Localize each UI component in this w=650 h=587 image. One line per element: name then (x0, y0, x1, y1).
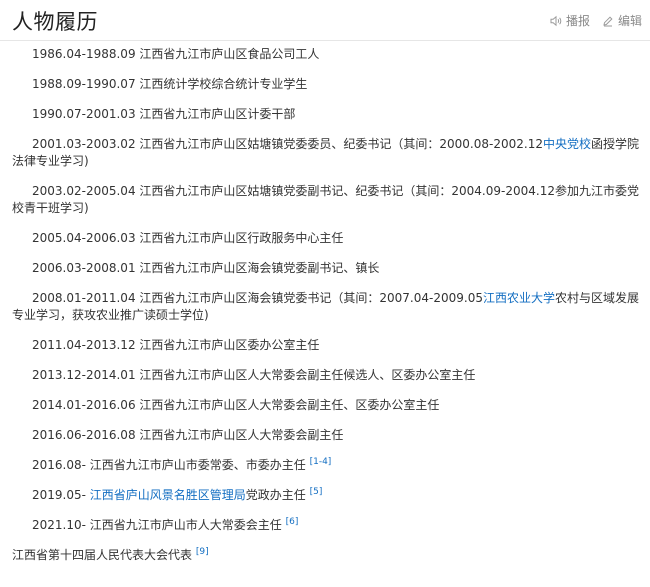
entry-text: 1986.04-1988.09 江西省九江市庐山区食品公司工人 (32, 47, 320, 61)
citation-ref[interactable]: [1-4] (310, 457, 332, 467)
career-list: 1986.04-1988.09 江西省九江市庐山区食品公司工人 1988.09-1… (0, 42, 640, 564)
career-entry: 2008.01-2011.04 江西省九江市庐山区海会镇党委书记（其间：2007… (0, 290, 640, 324)
career-entry: 2016.06-2016.08 江西省九江市庐山区人大常委会副主任 (0, 427, 640, 444)
entry-text: 1990.07-2001.03 江西省九江市庐山区计委干部 (32, 107, 296, 121)
career-entry: 2003.02-2005.04 江西省九江市庐山区姑塘镇党委副书记、纪委书记（其… (0, 183, 640, 217)
entry-text: 党政办主任 (245, 488, 310, 502)
broadcast-label: 播报 (565, 14, 590, 28)
section-header: 人物履历 播报 编辑 (0, 0, 650, 41)
entry-text: 江西省第十四届人民代表大会代表 (12, 548, 196, 562)
entry-link[interactable]: 中央党校 (543, 137, 591, 151)
career-entry: 2021.10- 江西省九江市庐山市人大常委会主任 [6] (0, 517, 640, 534)
citation-ref[interactable]: [6] (286, 517, 299, 527)
edit-button[interactable]: 编辑 (602, 12, 642, 29)
career-entry: 2016.08- 江西省九江市庐山市委常委、市委办主任 [1-4] (0, 457, 640, 474)
entry-text: 2006.03-2008.01 江西省九江市庐山区海会镇党委副书记、镇长 (32, 261, 380, 275)
entry-text: 1988.09-1990.07 江西统计学校综合统计专业学生 (32, 77, 308, 91)
section-title: 人物履历 (12, 10, 98, 34)
career-entry: 1988.09-1990.07 江西统计学校综合统计专业学生 (0, 76, 640, 93)
entry-text: 2016.06-2016.08 江西省九江市庐山区人大常委会副主任 (32, 428, 344, 442)
career-entry: 2006.03-2008.01 江西省九江市庐山区海会镇党委副书记、镇长 (0, 260, 640, 277)
speaker-icon (550, 15, 562, 26)
career-entry: 2019.05- 江西省庐山风景名胜区管理局党政办主任 [5] (0, 487, 640, 504)
career-entry: 2013.12-2014.01 江西省九江市庐山区人大常委会副主任候选人、区委办… (0, 367, 640, 384)
career-entry: 1986.04-1988.09 江西省九江市庐山区食品公司工人 (0, 46, 640, 63)
header-actions: 播报 编辑 (538, 12, 642, 29)
entry-text: 2013.12-2014.01 江西省九江市庐山区人大常委会副主任候选人、区委办… (32, 368, 476, 382)
career-entry: 1990.07-2001.03 江西省九江市庐山区计委干部 (0, 106, 640, 123)
entry-text: 2001.03-2003.02 江西省九江市庐山区姑塘镇党委委员、纪委书记（其间… (32, 137, 543, 151)
career-entry: 江西省第十四届人民代表大会代表 [9] (0, 547, 640, 564)
entry-text: 2008.01-2011.04 江西省九江市庐山区海会镇党委书记（其间：2007… (32, 291, 483, 305)
entry-text: 2003.02-2005.04 江西省九江市庐山区姑塘镇党委副书记、纪委书记（其… (12, 184, 639, 215)
citation-ref[interactable]: [5] (310, 487, 323, 497)
entry-text: 2019.05- (32, 488, 90, 502)
entry-text: 2021.10- 江西省九江市庐山市人大常委会主任 (32, 518, 286, 532)
entry-text: 2014.01-2016.06 江西省九江市庐山区人大常委会副主任、区委办公室主… (32, 398, 440, 412)
career-entry: 2005.04-2006.03 江西省九江市庐山区行政服务中心主任 (0, 230, 640, 247)
career-entry: 2014.01-2016.06 江西省九江市庐山区人大常委会副主任、区委办公室主… (0, 397, 640, 414)
edit-label: 编辑 (617, 14, 642, 28)
citation-ref[interactable]: [9] (196, 547, 209, 557)
pencil-icon (603, 15, 613, 26)
career-entry: 2011.04-2013.12 江西省九江市庐山区委办公室主任 (0, 337, 640, 354)
entry-text: 2016.08- 江西省九江市庐山市委常委、市委办主任 (32, 458, 310, 472)
career-entry: 2001.03-2003.02 江西省九江市庐山区姑塘镇党委委员、纪委书记（其间… (0, 136, 640, 170)
entry-link[interactable]: 江西省庐山风景名胜区管理局 (90, 488, 246, 502)
entry-link[interactable]: 江西农业大学 (483, 291, 555, 305)
broadcast-button[interactable]: 播报 (550, 12, 590, 29)
entry-text: 2005.04-2006.03 江西省九江市庐山区行政服务中心主任 (32, 231, 344, 245)
entry-text: 2011.04-2013.12 江西省九江市庐山区委办公室主任 (32, 338, 320, 352)
